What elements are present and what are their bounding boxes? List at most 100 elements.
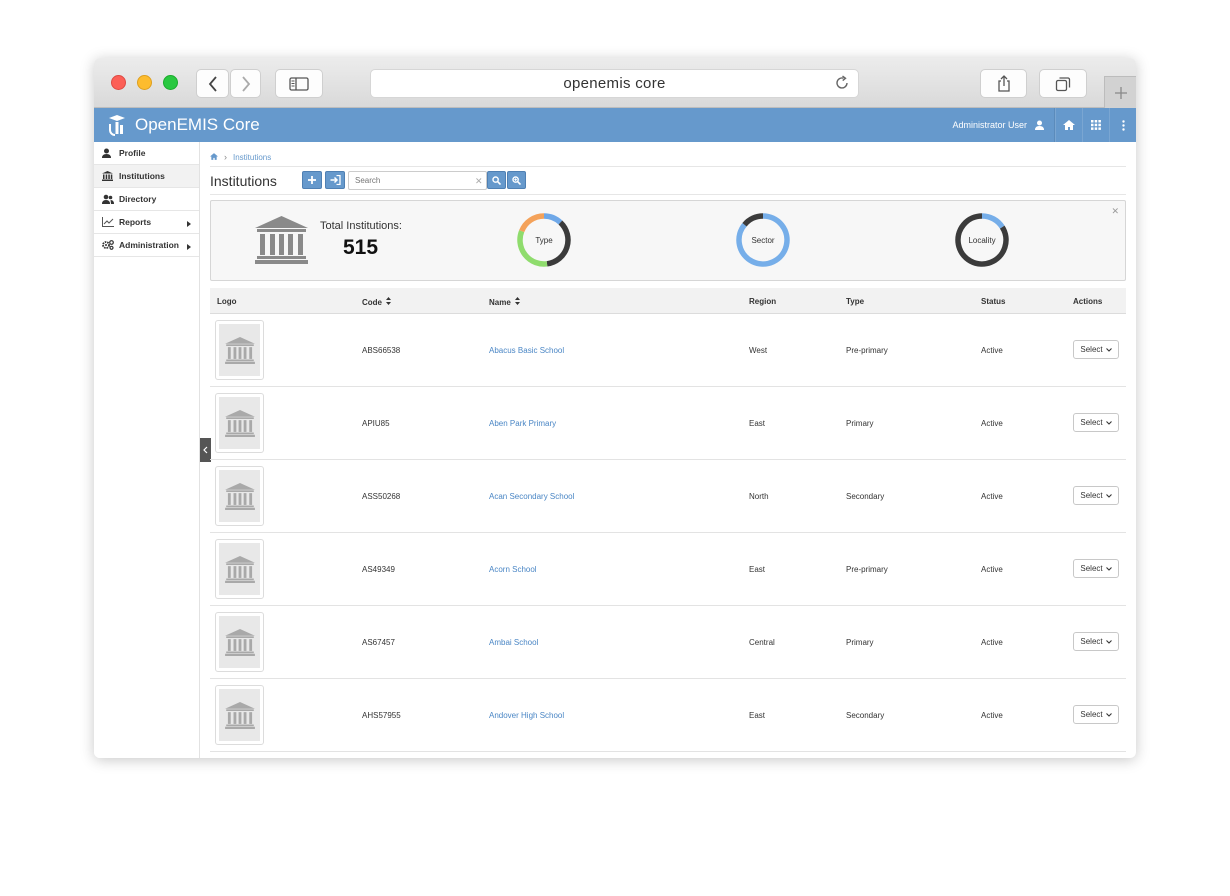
- search-input[interactable]: [348, 171, 487, 190]
- institution-icon: [224, 482, 255, 510]
- cell-name-link[interactable]: Abacus Basic School: [489, 346, 564, 355]
- close-window-button[interactable]: [111, 75, 126, 90]
- column-header-code[interactable]: Code: [362, 297, 391, 307]
- caret-right-icon: [187, 219, 191, 229]
- sidebar-item-institutions[interactable]: Institutions: [94, 165, 199, 188]
- donut-label: Sector: [751, 235, 775, 245]
- brand-name: OpenEMIS Core: [135, 115, 260, 134]
- sidebar-item-directory[interactable]: Directory: [94, 188, 199, 211]
- institution-icon: [224, 628, 255, 656]
- type-donut-chart[interactable]: Type: [516, 212, 572, 268]
- openemis-logo-icon: [109, 115, 125, 136]
- more-menu-button[interactable]: [1109, 108, 1136, 142]
- users-icon: [102, 194, 114, 204]
- forward-button[interactable]: [230, 69, 261, 98]
- cell-region: West: [749, 346, 768, 355]
- breadcrumb: › Institutions: [210, 150, 271, 164]
- cell-status: Active: [981, 419, 1003, 428]
- select-action-button[interactable]: Select: [1073, 632, 1119, 651]
- select-action-button[interactable]: Select: [1073, 705, 1119, 724]
- search-button[interactable]: [487, 171, 506, 189]
- grid-icon: [1091, 120, 1101, 130]
- total-institutions-value: 515: [343, 236, 379, 259]
- cell-name-link[interactable]: Acorn School: [489, 565, 537, 574]
- user-icon: [102, 148, 114, 158]
- close-icon[interactable]: ✕: [1111, 206, 1119, 217]
- select-action-button[interactable]: Select: [1073, 559, 1119, 578]
- sidebar-item-reports[interactable]: Reports: [94, 211, 199, 234]
- import-button[interactable]: [325, 171, 345, 189]
- address-bar[interactable]: openemis core: [370, 69, 859, 98]
- tabs-icon: [1055, 76, 1071, 91]
- cell-region: North: [749, 492, 769, 501]
- institution-icon: [102, 171, 114, 181]
- add-button[interactable]: [302, 171, 322, 189]
- chevron-left-icon: [208, 75, 217, 92]
- cell-code: AS67457: [362, 638, 395, 647]
- cell-region: East: [749, 419, 766, 428]
- divider: [210, 166, 1126, 167]
- plus-icon: [1114, 86, 1127, 99]
- cell-type: Pre-primary: [846, 565, 888, 574]
- cell-region: East: [749, 711, 766, 720]
- sidebar-item-profile[interactable]: Profile: [94, 142, 199, 165]
- column-header-region: Region: [749, 297, 777, 306]
- sidebar-toggle-button[interactable]: [275, 69, 323, 98]
- select-label: Select: [1080, 345, 1103, 354]
- breadcrumb-current[interactable]: Institutions: [233, 153, 271, 162]
- select-label: Select: [1080, 564, 1103, 573]
- minimize-window-button[interactable]: [137, 75, 152, 90]
- app-header: OpenEMIS Core Administrator User: [94, 108, 1136, 142]
- back-button[interactable]: [196, 69, 229, 98]
- chart-icon: [102, 217, 114, 227]
- column-header-status: Status: [981, 297, 1006, 306]
- cell-status: Active: [981, 638, 1003, 647]
- select-action-button[interactable]: Select: [1073, 486, 1119, 505]
- cogs-icon: [102, 240, 114, 250]
- column-header-actions: Actions: [1073, 297, 1103, 306]
- clear-search-icon[interactable]: ✕: [475, 176, 483, 187]
- advanced-search-button[interactable]: [507, 171, 526, 189]
- institution-icon: [255, 216, 308, 264]
- cell-code: AHS57955: [362, 711, 401, 720]
- column-header-name[interactable]: Name: [489, 297, 520, 307]
- institution-logo: [215, 685, 264, 745]
- user-menu[interactable]: Administrator User: [952, 108, 1055, 142]
- apps-button[interactable]: [1082, 108, 1109, 142]
- browser-window: openemis core OpenEMIS Core Administrato…: [94, 58, 1136, 758]
- share-button[interactable]: [980, 69, 1027, 98]
- sidebar-item-administration[interactable]: Administration: [94, 234, 199, 257]
- home-icon[interactable]: [210, 152, 218, 162]
- more-vertical-icon: [1121, 119, 1125, 131]
- zoom-window-button[interactable]: [163, 75, 178, 90]
- select-action-button[interactable]: Select: [1073, 413, 1119, 432]
- cell-name-link[interactable]: Andover High School: [489, 711, 564, 720]
- sector-donut-chart[interactable]: Sector: [735, 212, 791, 268]
- divider: [210, 194, 1126, 195]
- brand[interactable]: OpenEMIS Core: [108, 114, 260, 136]
- table-row: ABS66538 Abacus Basic School West Pre-pr…: [210, 314, 1126, 387]
- reload-icon[interactable]: [834, 75, 850, 95]
- total-institutions-label: Total Institutions:: [320, 220, 402, 232]
- sidebar-item-label: Institutions: [119, 171, 165, 181]
- page-title: Institutions: [210, 173, 277, 189]
- institution-icon: [224, 701, 255, 729]
- cell-name-link[interactable]: Aben Park Primary: [489, 419, 556, 428]
- table-body: ABS66538 Abacus Basic School West Pre-pr…: [210, 314, 1126, 752]
- donut-label: Type: [535, 235, 553, 245]
- column-header-type: Type: [846, 297, 865, 306]
- table-header: Logo Code Name Region Type Status Action…: [210, 288, 1126, 314]
- new-tab-button[interactable]: [1104, 76, 1136, 108]
- home-button[interactable]: [1055, 108, 1082, 142]
- chevron-down-icon: [1105, 493, 1112, 498]
- locality-donut-chart[interactable]: Locality: [954, 212, 1010, 268]
- cell-name-link[interactable]: Ambai School: [489, 638, 538, 647]
- institution-icon: [224, 336, 255, 364]
- tabs-overview-button[interactable]: [1039, 69, 1087, 98]
- cell-name-link[interactable]: Acan Secondary School: [489, 492, 574, 501]
- select-action-button[interactable]: Select: [1073, 340, 1119, 359]
- select-label: Select: [1080, 491, 1103, 500]
- sidebar: Profile Institutions Directory Reports A…: [94, 142, 200, 758]
- plus-icon: [308, 176, 316, 184]
- table-row: APIU85 Aben Park Primary East Primary Ac…: [210, 387, 1126, 460]
